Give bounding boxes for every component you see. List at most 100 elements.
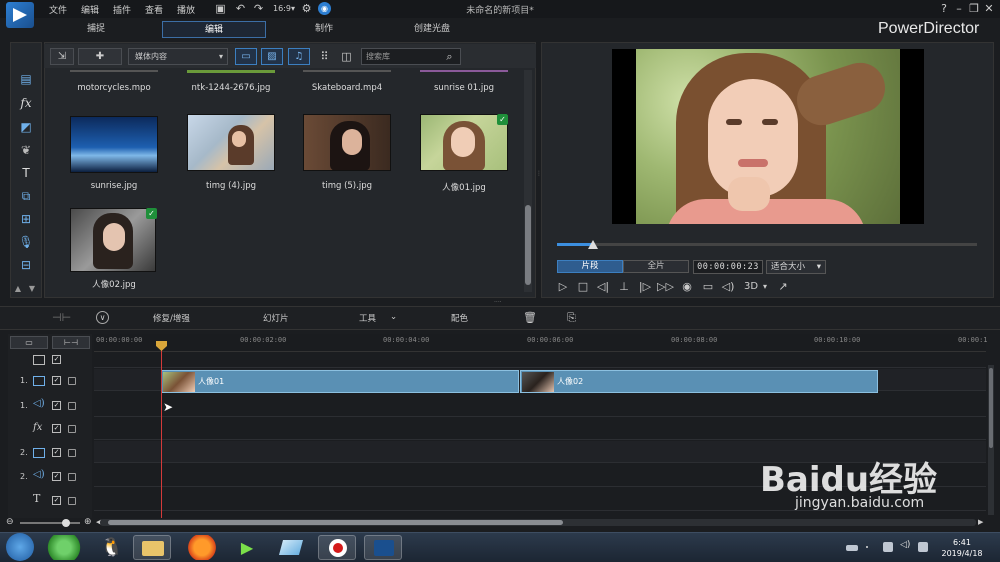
preview-seek-knob[interactable] xyxy=(588,240,598,249)
library-scroll-thumb[interactable] xyxy=(525,205,531,285)
fast-forward-icon[interactable]: ▷▷ xyxy=(657,279,674,295)
lock-icon[interactable] xyxy=(68,377,76,385)
audio-mixing-icon[interactable]: ⊞ xyxy=(16,210,36,228)
mode-3d-button[interactable]: 3D xyxy=(742,279,760,295)
subtitles-icon[interactable]: ▭ xyxy=(700,279,716,295)
media-room-icon[interactable]: ▤ xyxy=(16,70,36,88)
clip-split-icon[interactable]: ⊣⊢ xyxy=(52,311,71,324)
repair-enhance-button[interactable]: 修复/增强 xyxy=(153,312,190,324)
master-track[interactable] xyxy=(94,352,986,368)
track-enable-checkbox[interactable]: ✓ xyxy=(52,424,61,433)
menu-play[interactable]: 播放 xyxy=(177,3,195,16)
menu-file[interactable]: 文件 xyxy=(49,3,67,16)
taskbar-app-media-player[interactable]: ▶ xyxy=(228,535,266,560)
track-enable-checkbox[interactable]: ✓ xyxy=(52,355,61,364)
preview-timecode[interactable]: 00:00:00:23 xyxy=(693,260,763,274)
timeline-view-icon[interactable]: ▭ xyxy=(10,336,48,349)
video-filter-icon[interactable]: ▭ xyxy=(235,48,257,65)
tab-capture[interactable]: 捕捉 xyxy=(44,21,148,38)
lock-icon[interactable] xyxy=(68,402,76,410)
minimize-icon[interactable]: – xyxy=(952,2,966,16)
close-icon[interactable]: ✕ xyxy=(982,2,996,16)
tab-edit[interactable]: 编辑 xyxy=(162,21,266,38)
effects-room-icon[interactable]: fx xyxy=(16,94,36,112)
chevron-down-icon[interactable]: ▾ xyxy=(760,279,770,295)
color-match-button[interactable]: 配色 xyxy=(451,312,468,324)
previous-frame-icon[interactable]: ◁| xyxy=(595,279,611,295)
taskbar-app-firefox[interactable] xyxy=(183,535,221,560)
start-button[interactable] xyxy=(6,533,34,561)
taskbar-app-notes[interactable] xyxy=(272,535,310,560)
image-filter-icon[interactable]: ▨ xyxy=(261,48,283,65)
lock-icon[interactable] xyxy=(68,425,76,433)
timeline-zoom-knob[interactable] xyxy=(62,519,70,527)
volume-tray-icon[interactable]: ◁) xyxy=(900,540,910,550)
fx-track[interactable] xyxy=(94,418,986,440)
network-tray-icon[interactable] xyxy=(883,542,893,552)
playhead-line[interactable] xyxy=(161,344,162,518)
panel-splitter[interactable]: ⋮ xyxy=(536,170,542,182)
taskbar-app-browser360[interactable] xyxy=(45,535,83,560)
export-icon[interactable]: ⎘ xyxy=(565,311,578,324)
trash-icon[interactable]: 🗑 xyxy=(523,311,537,324)
storyboard-view-icon[interactable]: ⊢⊣ xyxy=(52,336,90,349)
track-enable-checkbox[interactable]: ✓ xyxy=(52,496,61,505)
more-functions-icon[interactable]: ∨ xyxy=(96,311,109,324)
timeline-zoom-slider[interactable] xyxy=(20,522,80,524)
settings-gear-icon[interactable]: ⚙ xyxy=(300,2,313,15)
scroll-up-icon[interactable]: ▲ xyxy=(12,280,24,298)
voice-record-icon[interactable]: 🎙 xyxy=(16,233,36,251)
stop-icon[interactable]: □ xyxy=(575,279,591,295)
track-enable-checkbox[interactable]: ✓ xyxy=(52,401,61,410)
account-icon[interactable]: ◉ xyxy=(318,2,331,15)
menu-edit[interactable]: 编辑 xyxy=(81,3,99,16)
action-center-tray-icon[interactable] xyxy=(918,542,928,552)
transition-room-icon[interactable]: ⧉ xyxy=(16,187,36,205)
preview-seekbar[interactable] xyxy=(557,243,977,246)
movie-mode-button[interactable]: 全片 xyxy=(623,260,689,273)
menu-plugins[interactable]: 插件 xyxy=(113,3,131,16)
audio-track-1[interactable] xyxy=(94,395,986,417)
track-enable-checkbox[interactable]: ✓ xyxy=(52,448,61,457)
taskbar-app-qq[interactable]: 🐧 xyxy=(93,535,131,560)
title-room-icon[interactable]: T xyxy=(16,164,36,182)
taskbar-clock[interactable]: 6:41 2019/4/18 xyxy=(932,537,992,559)
pip-room-icon[interactable]: ◩ xyxy=(16,118,36,136)
library-filter-dropdown[interactable]: 媒体内容 ▾ xyxy=(128,48,228,65)
lock-icon[interactable] xyxy=(68,497,76,505)
restore-icon[interactable]: ❐ xyxy=(967,2,981,16)
lock-icon[interactable] xyxy=(68,473,76,481)
lock-icon[interactable] xyxy=(68,449,76,457)
audio-filter-icon[interactable]: ♫ xyxy=(288,48,310,65)
taskbar-app-recorder[interactable] xyxy=(318,535,356,560)
import-media-icon[interactable]: ⇲ xyxy=(50,48,74,65)
scroll-right-icon[interactable]: ▶ xyxy=(978,518,983,526)
zoom-fit-select[interactable]: 适合大小 ▾ xyxy=(766,260,826,274)
zoom-out-icon[interactable]: ⊖ xyxy=(6,517,14,527)
snapshot-icon[interactable]: ◉ xyxy=(679,279,695,295)
grid-view-icon[interactable]: ⠿ xyxy=(318,50,331,63)
particle-room-icon[interactable]: ❦ xyxy=(16,141,36,159)
plugin-icon[interactable]: ✚ xyxy=(78,48,122,65)
media-thumbnail[interactable] xyxy=(70,116,158,173)
panel-splitter[interactable]: ···· xyxy=(494,300,508,306)
media-thumbnail[interactable] xyxy=(303,114,391,171)
media-thumbnail[interactable] xyxy=(70,208,156,272)
redo-icon[interactable]: ↷ xyxy=(252,2,265,15)
search-icon[interactable]: ⌕ xyxy=(443,50,456,63)
timeline-vscroll-thumb[interactable] xyxy=(989,368,993,448)
thumbnail-size-icon[interactable]: ◫ xyxy=(340,50,353,63)
aspect-ratio-icon[interactable]: 16:9▾ xyxy=(272,2,296,15)
slideshow-button[interactable]: 幻灯片 xyxy=(263,312,289,324)
next-frame-icon[interactable]: |▷ xyxy=(637,279,653,295)
undo-icon[interactable]: ↶ xyxy=(234,2,247,15)
tab-create-disc[interactable]: 创建光盘 xyxy=(380,21,484,38)
menu-view[interactable]: 查看 xyxy=(145,3,163,16)
timeline-hscroll-thumb[interactable] xyxy=(108,520,563,525)
clip-mode-button[interactable]: 片段 xyxy=(557,260,623,273)
help-icon[interactable]: ? xyxy=(937,2,951,16)
scroll-down-icon[interactable]: ▼ xyxy=(26,280,38,298)
keyboard-tray-icon[interactable] xyxy=(846,545,858,551)
tools-button[interactable]: 工具 xyxy=(359,312,376,324)
taskbar-app-powerdirector[interactable] xyxy=(364,535,402,560)
